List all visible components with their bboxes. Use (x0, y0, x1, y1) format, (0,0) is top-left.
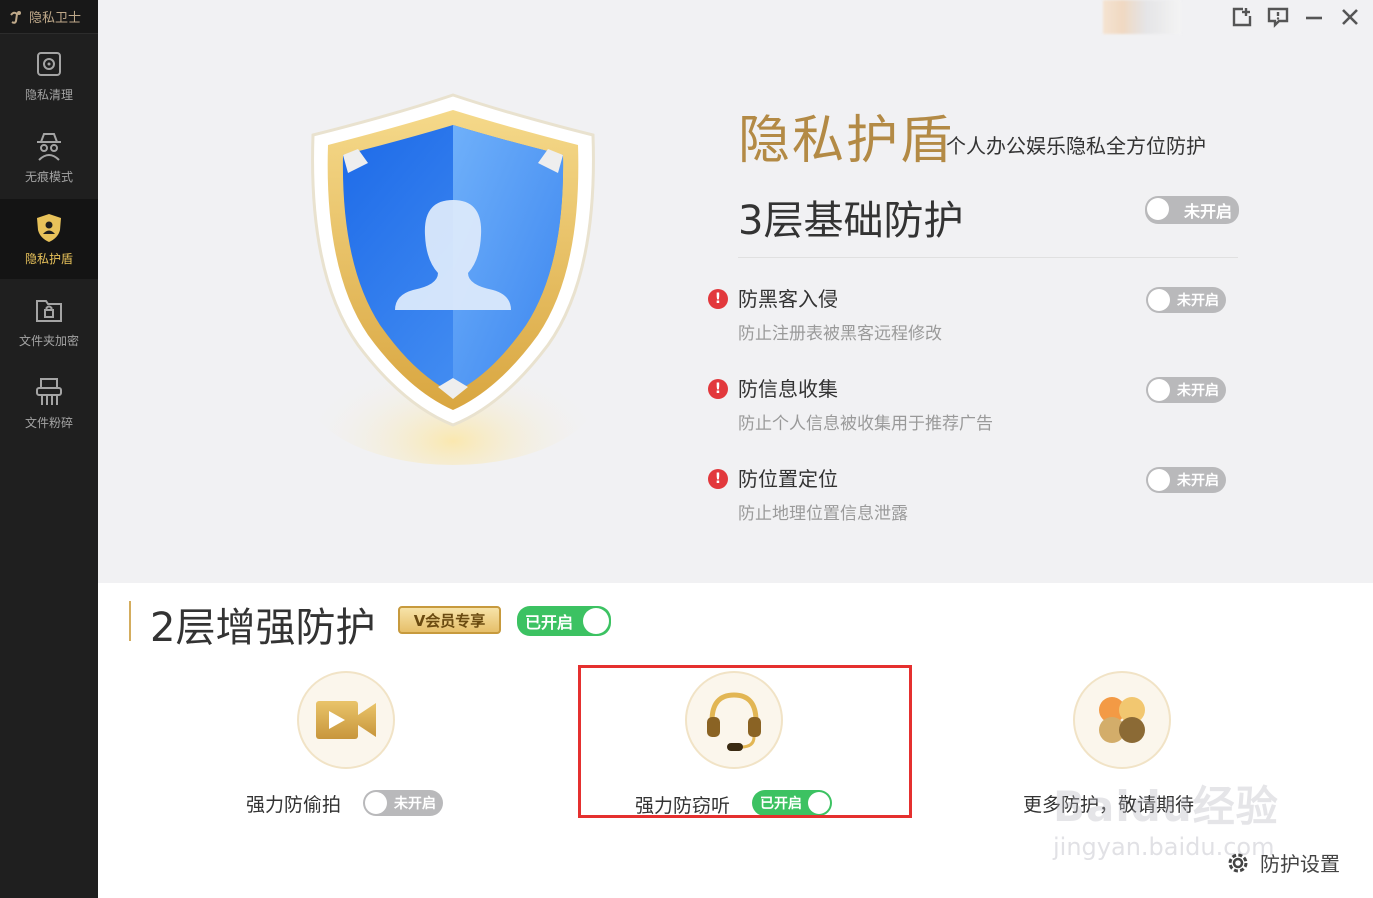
anti-spycam-toggle[interactable]: 未开启 (363, 790, 443, 816)
enhanced-protection-toggle[interactable]: 已开启 (517, 606, 611, 636)
anti-location-toggle[interactable]: 未开启 (1146, 467, 1226, 493)
shield-user-icon (37, 213, 61, 242)
hero-title: 隐私护盾 (738, 111, 955, 171)
folder-lock-icon (36, 299, 62, 322)
feedback-button[interactable] (1267, 6, 1289, 28)
toggle-knob (1148, 469, 1170, 491)
protection-settings-button[interactable]: 防护设置 (1224, 848, 1340, 877)
toggle-knob (365, 792, 387, 814)
anti-collection-toggle[interactable]: 未开启 (1146, 377, 1226, 403)
enhanced-protection-panel: 2层增强防护 V会员专享 已开启 强力防偷拍 未开启 强力防窃听 已开启 更多防… (98, 583, 1373, 898)
sidebar-item-privacy-shield[interactable]: 隐私护盾 (0, 199, 98, 279)
minimize-button[interactable] (1303, 6, 1325, 28)
camera-icon (316, 701, 376, 739)
minimize-icon (1306, 16, 1322, 20)
feature-desc: 防止个人信息被收集用于推荐广告 (738, 414, 993, 434)
close-icon (1342, 9, 1358, 25)
sidebar-item-file-shred[interactable]: 文件粉碎 (0, 363, 98, 443)
enhanced-protection-title: 2层增强防护 (150, 605, 376, 651)
divider (738, 257, 1238, 258)
share-button[interactable] (1231, 6, 1253, 28)
basic-protection-title: 3层基础防护 (738, 198, 964, 244)
close-button[interactable] (1339, 6, 1361, 28)
feature-desc: 防止地理位置信息泄露 (738, 504, 908, 524)
sidebar: 隐私卫士 隐私清理 无痕模式 隐私护盾 文件夹加密 文件粉碎 (0, 0, 98, 898)
section-marker (129, 601, 131, 641)
app-title-bar: 隐私卫士 (0, 0, 98, 34)
vip-badge: V会员专享 (398, 606, 501, 634)
toggle-label: 未开启 (1183, 202, 1232, 221)
anti-spycam-card-icon (297, 671, 395, 769)
toggle-knob (1147, 198, 1169, 220)
settings-label: 防护设置 (1260, 852, 1340, 876)
watermark: Baidu经验 (1053, 782, 1279, 831)
gear-icon (37, 51, 61, 76)
shredder-icon (36, 377, 62, 405)
more-icon (1099, 697, 1145, 743)
sidebar-item-privacy-clean[interactable]: 隐私清理 (0, 35, 98, 115)
spy-icon (37, 132, 61, 161)
sidebar-item-label: 文件夹加密 (18, 333, 79, 348)
window-controls (1231, 6, 1361, 28)
feature-desc: 防止注册表被黑客远程修改 (738, 324, 942, 344)
toggle-knob (1148, 379, 1170, 401)
sidebar-item-label: 文件粉碎 (24, 415, 73, 430)
highlight-box (578, 665, 912, 818)
toggle-label: 已开启 (525, 613, 574, 632)
user-avatar[interactable] (1103, 0, 1181, 34)
toggle-label: 未开启 (1177, 383, 1219, 399)
shield-illustration (303, 93, 603, 465)
sidebar-item-label: 隐私清理 (24, 87, 73, 102)
toggle-label: 未开启 (394, 796, 436, 812)
app-title: 隐私卫士 (29, 11, 82, 26)
sidebar-item-incognito[interactable]: 无痕模式 (0, 117, 98, 197)
toggle-label: 未开启 (1177, 473, 1219, 489)
share-icon (1232, 7, 1252, 27)
more-protection-card-icon (1073, 671, 1171, 769)
feature-name: 防信息收集 (738, 377, 838, 401)
app-logo-icon (10, 10, 21, 24)
gear-icon (1228, 853, 1248, 872)
sidebar-item-folder-encrypt[interactable]: 文件夹加密 (0, 281, 98, 361)
hero-subtitle: 个人办公娱乐隐私全方位防护 (946, 134, 1206, 158)
warning-icon: ! (708, 379, 728, 399)
toggle-knob (1148, 289, 1170, 311)
anti-hacker-toggle[interactable]: 未开启 (1146, 287, 1226, 313)
warning-icon: ! (708, 469, 728, 489)
feature-name: 防位置定位 (738, 467, 838, 491)
sidebar-item-label: 无痕模式 (24, 169, 73, 184)
feature-name: 防黑客入侵 (738, 287, 838, 311)
basic-protection-toggle[interactable]: 未开启 (1145, 196, 1239, 224)
basic-protection-panel: 隐私护盾 个人办公娱乐隐私全方位防护 3层基础防护 未开启 ! 防黑客入侵 防止… (98, 0, 1373, 583)
toggle-knob (583, 608, 609, 634)
anti-spycam-label: 强力防偷拍 (246, 794, 342, 816)
toggle-label: 未开启 (1177, 293, 1219, 309)
feedback-icon (1267, 7, 1289, 28)
sidebar-item-label: 隐私护盾 (24, 251, 73, 266)
warning-icon: ! (708, 289, 728, 309)
